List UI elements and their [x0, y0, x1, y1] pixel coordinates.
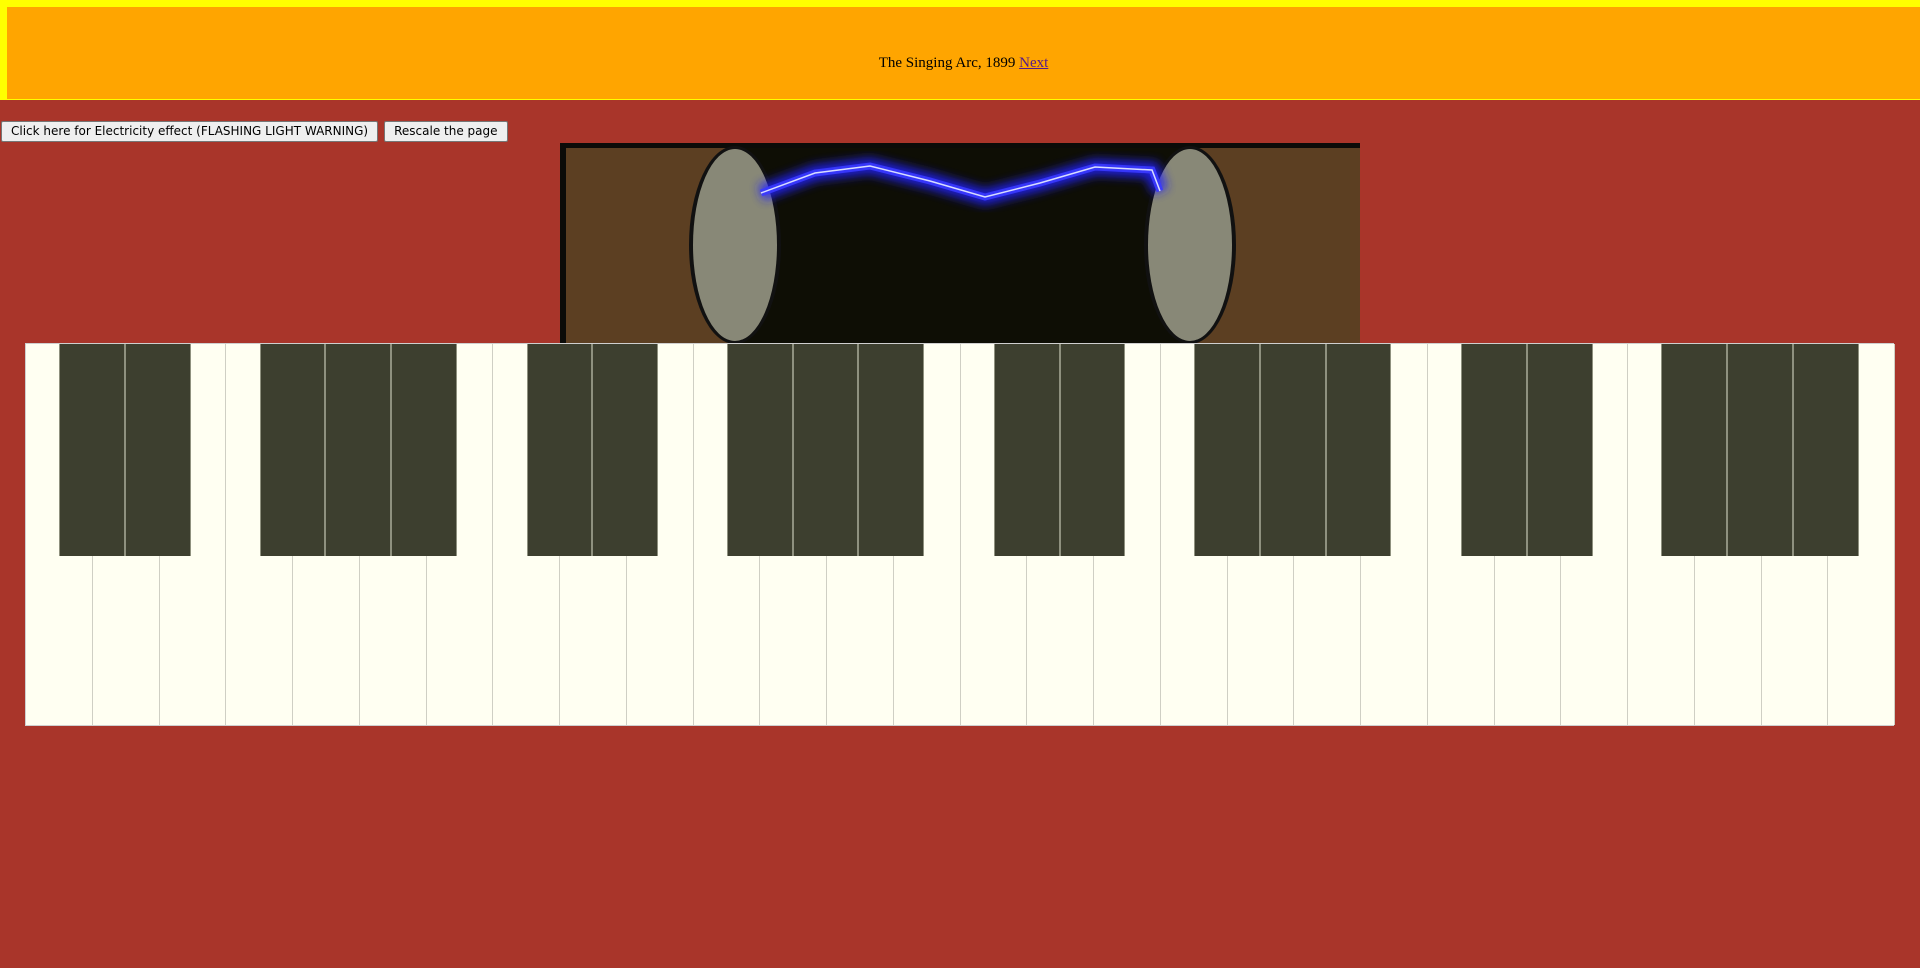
electrode-left-face — [693, 149, 777, 341]
page-title: The Singing Arc, 1899 — [878, 55, 1016, 71]
black-key[interactable] — [993, 344, 1060, 556]
black-key[interactable] — [1259, 344, 1326, 556]
black-key[interactable] — [391, 344, 457, 556]
banner-inner: The Singing Arc, 1899 Next — [7, 7, 1920, 99]
black-key[interactable] — [1661, 344, 1728, 556]
black-key[interactable] — [325, 344, 392, 556]
black-key[interactable] — [858, 344, 925, 556]
black-key[interactable] — [1727, 344, 1793, 556]
page-banner: The Singing Arc, 1899 Next — [0, 0, 1920, 100]
next-link[interactable]: Next — [1019, 55, 1048, 71]
black-key[interactable] — [125, 344, 191, 556]
controls-bar: Click here for Electricity effect (FLASH… — [1, 121, 508, 142]
black-key[interactable] — [526, 344, 593, 556]
singing-arc-illustration — [560, 143, 1360, 343]
rescale-page-button[interactable]: Rescale the page — [384, 121, 508, 142]
black-key[interactable] — [1461, 344, 1527, 556]
black-key[interactable] — [259, 344, 326, 556]
black-key[interactable] — [726, 344, 793, 556]
black-key[interactable] — [1526, 344, 1593, 556]
banner-text: The Singing Arc, 1899 Next — [7, 55, 1920, 72]
black-key[interactable] — [1325, 344, 1392, 556]
black-key[interactable] — [59, 344, 126, 556]
black-key[interactable] — [1194, 344, 1260, 556]
black-key[interactable] — [792, 344, 859, 556]
black-key[interactable] — [1059, 344, 1126, 556]
electricity-effect-button[interactable]: Click here for Electricity effect (FLASH… — [1, 121, 379, 142]
black-key[interactable] — [592, 344, 659, 556]
black-key[interactable] — [1792, 344, 1859, 556]
piano-keyboard — [25, 343, 1895, 726]
